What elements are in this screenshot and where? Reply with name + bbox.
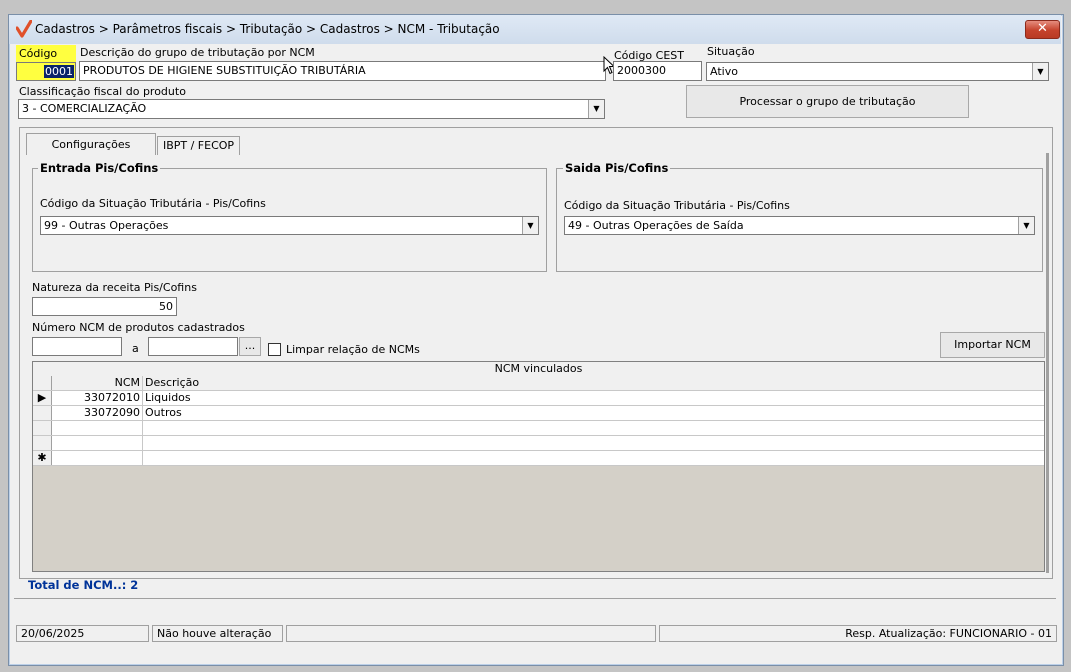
codigo-value: 0001 <box>44 65 74 78</box>
situacao-label: Situação <box>707 45 755 58</box>
total-ncm-label: Total de NCM..: 2 <box>28 578 139 592</box>
ncm-from-field[interactable] <box>32 337 122 356</box>
grid-header-row: NCM Descrição <box>33 376 1044 391</box>
ncm-range-separator: a <box>132 342 139 355</box>
row-current-icon: ▶ <box>33 391 52 405</box>
status-resp-text: Resp. Atualização: FUNCIONARIO - 01 <box>845 627 1052 640</box>
saida-cst-select[interactable]: 49 - Outras Operações de Saída ▼ <box>564 216 1035 235</box>
row-indicator <box>33 406 52 420</box>
table-row[interactable] <box>33 421 1044 436</box>
natureza-label: Natureza da receita Pis/Cofins <box>32 281 197 294</box>
table-row[interactable]: 33072090 Outros <box>33 406 1044 421</box>
classificacao-select[interactable]: 3 - COMERCIALIZAÇÃO ▼ <box>18 99 605 119</box>
close-button[interactable]: ✕ <box>1025 20 1060 39</box>
browse-button[interactable]: ... <box>239 337 261 356</box>
cell-ncm[interactable] <box>52 436 143 450</box>
cell-descricao[interactable] <box>143 421 1043 435</box>
chevron-down-icon[interactable]: ▼ <box>522 217 538 234</box>
row-indicator <box>33 421 52 435</box>
entrada-cst-select[interactable]: 99 - Outras Operações ▼ <box>40 216 539 235</box>
cell-descricao[interactable] <box>143 451 1043 465</box>
bottom-divider <box>14 598 1056 599</box>
processar-button[interactable]: Processar o grupo de tributação <box>686 85 969 118</box>
status-resp: Resp. Atualização: FUNCIONARIO - 01 <box>659 625 1057 642</box>
entrada-cst-value: 99 - Outras Operações <box>44 219 169 232</box>
classificacao-label: Classificação fiscal do produto <box>19 85 186 98</box>
grid-caption: NCM vinculados <box>33 362 1044 377</box>
app-logo-icon <box>15 19 33 38</box>
row-indicator <box>33 436 52 450</box>
chevron-down-icon[interactable]: ▼ <box>588 100 604 118</box>
descricao-field[interactable]: PRODUTOS DE HIGIENE SUBSTITUIÇÃO TRIBUTÁ… <box>79 61 606 81</box>
saida-cst-value: 49 - Outras Operações de Saída <box>568 219 744 232</box>
table-row[interactable]: ▶ 33072010 Liquidos <box>33 391 1044 406</box>
cell-descricao[interactable]: Outros <box>143 406 1043 420</box>
classificacao-value: 3 - COMERCIALIZAÇÃO <box>22 102 147 115</box>
status-date: 20/06/2025 <box>16 625 149 642</box>
cell-descricao[interactable]: Liquidos <box>143 391 1043 405</box>
limpar-checkbox[interactable] <box>268 343 281 356</box>
cest-field[interactable]: 2000300 <box>613 61 702 81</box>
importar-ncm-button[interactable]: Importar NCM <box>940 332 1045 358</box>
tab-ibpt-fecop[interactable]: IBPT / FECOP <box>157 136 240 155</box>
chevron-down-icon[interactable]: ▼ <box>1018 217 1034 234</box>
situacao-value: Ativo <box>710 65 738 78</box>
cell-descricao[interactable] <box>143 436 1043 450</box>
window-title: Cadastros > Parâmetros fiscais > Tributa… <box>35 22 500 36</box>
saida-cst-label: Código da Situação Tributária - Pis/Cofi… <box>564 199 790 212</box>
status-extra <box>286 625 656 642</box>
tab-configuracoes[interactable]: Configurações tributárias <box>26 133 156 173</box>
grid-corner-cell <box>33 376 52 390</box>
table-row[interactable] <box>33 436 1044 451</box>
column-header-descricao[interactable]: Descrição <box>143 376 1043 390</box>
new-row-icon: ✱ <box>33 451 52 465</box>
chevron-down-icon[interactable]: ▼ <box>1032 63 1048 80</box>
panel-scroll-edge <box>1046 153 1049 573</box>
table-row-new[interactable]: ✱ <box>33 451 1044 466</box>
descricao-label: Descrição do grupo de tributação por NCM <box>80 46 315 59</box>
cell-ncm[interactable] <box>52 451 143 465</box>
cell-ncm[interactable]: 33072010 <box>52 391 143 405</box>
ncm-range-label: Número NCM de produtos cadastrados <box>32 321 245 334</box>
codigo-field[interactable]: 0001 <box>16 62 76 81</box>
natureza-field[interactable]: 50 <box>32 297 177 316</box>
entrada-cst-label: Código da Situação Tributária - Pis/Cofi… <box>40 197 266 210</box>
column-header-ncm[interactable]: NCM <box>52 376 143 390</box>
cell-ncm[interactable]: 33072090 <box>52 406 143 420</box>
entrada-title: Entrada Pis/Cofins <box>38 161 161 175</box>
limpar-label[interactable]: Limpar relação de NCMs <box>286 343 420 356</box>
tab-ibpt-fecop-label: IBPT / FECOP <box>162 139 235 152</box>
saida-title: Saida Pis/Cofins <box>563 161 671 175</box>
codigo-label: Código <box>16 45 76 62</box>
cell-ncm[interactable] <box>52 421 143 435</box>
status-message: Não houve alteração <box>152 625 283 642</box>
situacao-select[interactable]: Ativo ▼ <box>706 62 1049 81</box>
ncm-to-field[interactable] <box>148 337 238 356</box>
